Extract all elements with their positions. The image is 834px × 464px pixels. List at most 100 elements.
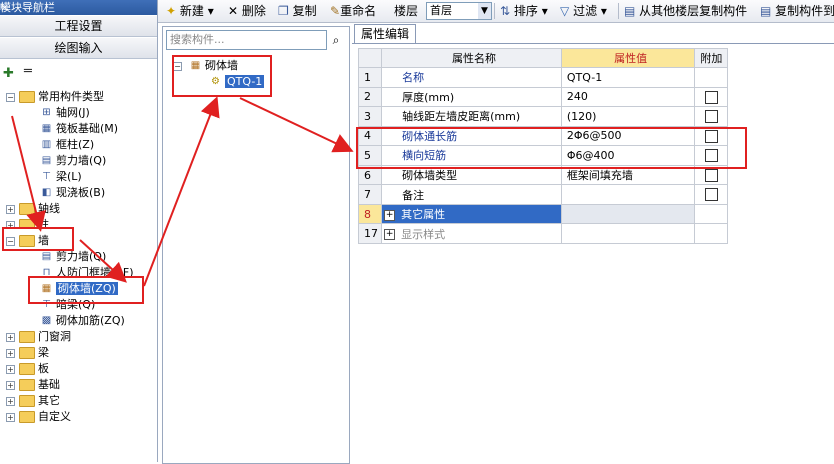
annotation-box-rebar-rows (356, 127, 747, 169)
annotation-box-wall (2, 227, 74, 251)
tree-item-axis[interactable]: + 轴线 (6, 201, 60, 217)
delete-button[interactable]: ✕ 删除 (228, 0, 266, 22)
tree-item-other[interactable]: + 其它 (6, 393, 60, 409)
annotation-box-component (172, 55, 272, 97)
expand-icon[interactable]: + (6, 397, 15, 406)
tab-strip: 属性编辑 (352, 23, 834, 43)
drawing-input-button[interactable]: 绘图输入 (0, 38, 157, 59)
property-row[interactable]: 1 名称 QTQ-1 (357, 67, 728, 88)
expand-icon[interactable]: + (6, 365, 15, 374)
copy-to-floor-icon: ▤ (760, 4, 772, 18)
tree-item-slab[interactable]: ◧ 现浇板(B) (40, 185, 105, 201)
expand-icon[interactable]: + (6, 381, 15, 390)
property-value[interactable] (560, 223, 696, 244)
property-row[interactable]: 8 + 其它属性 (357, 203, 728, 225)
tree-item-slabs[interactable]: + 板 (6, 361, 49, 377)
tree-item-grid[interactable]: ⊞ 轴网(J) (40, 105, 90, 121)
property-row[interactable]: 2 厚度(mm) 240 (357, 86, 728, 108)
folder-icon (19, 91, 35, 103)
expand-icon[interactable]: + (6, 349, 15, 358)
toolbar: ✦ 新建 ▾ ✕ 删除 ❐ 复制 ✎重命名 楼层 首层 ▼ ⇅ 排序 ▾ ▽ 过… (158, 0, 834, 23)
property-name[interactable]: 轴线距左墙皮距离(mm) (381, 106, 562, 127)
header-extra: 附加 (694, 48, 728, 68)
rename-icon: ✎ (330, 4, 341, 18)
tree-item-frame-column[interactable]: ▥ 框柱(Z) (40, 137, 94, 153)
shear-wall-icon: ▤ (41, 251, 52, 262)
property-name[interactable]: + 其它属性 (381, 203, 562, 225)
tab-property-edit[interactable]: 属性编辑 (354, 24, 416, 43)
search-icon[interactable]: ⌕ (327, 30, 345, 50)
tree-item-raft[interactable]: ▦ 筏板基础(M) (40, 121, 118, 137)
copy-to-floor-button[interactable]: ▤ 复制构件到 (760, 0, 834, 22)
column-icon: ▥ (41, 139, 52, 150)
property-name[interactable]: + 显示样式 (381, 223, 562, 244)
expand-icon[interactable]: + (384, 209, 396, 221)
expand-icon[interactable]: + (6, 333, 15, 342)
collapse-icon[interactable]: − (6, 93, 15, 102)
folder-icon (19, 411, 35, 423)
tree-item-openings[interactable]: + 门窗洞 (6, 329, 71, 345)
extra-checkbox[interactable] (704, 168, 718, 182)
row-number: 17 (357, 223, 383, 244)
extra-checkbox[interactable] (704, 90, 718, 104)
expand-icon[interactable]: + (6, 205, 15, 214)
tree-item-common-types[interactable]: − 常用构件类型 (6, 89, 104, 105)
new-icon: ✦ (166, 4, 177, 18)
property-value[interactable]: QTQ-1 (560, 67, 696, 88)
folder-icon (19, 347, 35, 359)
beam-icon: ⊤ (42, 171, 51, 182)
expand-icon[interactable]: + (6, 413, 15, 422)
extra-checkbox[interactable] (704, 188, 718, 202)
floor-select[interactable]: 首层 ▼ (426, 2, 492, 20)
property-value[interactable]: 240 (560, 86, 696, 108)
property-value[interactable]: (120) (560, 106, 696, 127)
shear-wall-icon: ▤ (41, 155, 52, 166)
copy-button[interactable]: ❐ 复制 (278, 0, 317, 22)
raft-foundation-icon: ▦ (41, 123, 52, 134)
rename-button[interactable]: ✎重命名 (330, 0, 376, 22)
property-row[interactable]: 7 备注 (357, 184, 728, 205)
row-number: 8 (357, 203, 383, 225)
copy-icon: ❐ (278, 4, 289, 18)
chevron-down-icon[interactable]: ▼ (478, 3, 491, 19)
project-settings-button[interactable]: 工程设置 (0, 16, 157, 37)
tree-item-custom[interactable]: + 自定义 (6, 409, 71, 425)
property-row[interactable]: 3 轴线距左墙皮距离(mm) (120) (357, 106, 728, 127)
tree-item-wall-shear[interactable]: ▤ 剪力墙(Q) (40, 249, 106, 265)
tree-item-beam[interactable]: ⊤ 梁(L) (40, 169, 82, 185)
folder-icon (19, 331, 35, 343)
property-row[interactable]: 17 + 显示样式 (357, 223, 728, 244)
expand-icon[interactable]: + (384, 229, 396, 241)
slab-icon: ◧ (41, 187, 52, 198)
filter-button[interactable]: ▽ 过滤 ▾ (560, 0, 607, 22)
property-name[interactable]: 厚度(mm) (381, 86, 562, 108)
tree-item-beams[interactable]: + 梁 (6, 345, 49, 361)
sort-button[interactable]: ⇅ 排序 ▾ (500, 0, 548, 22)
extra-cell (694, 106, 728, 127)
expand-all-icon[interactable]: ✚ (3, 66, 14, 81)
folder-icon (19, 379, 35, 391)
extra-cell (694, 67, 728, 88)
search-input[interactable]: 搜索构件... (166, 30, 327, 50)
close-icon[interactable]: × (0, 0, 9, 15)
annotation-box-masonry-wall (28, 276, 144, 304)
row-number: 7 (357, 184, 383, 205)
property-value[interactable] (560, 203, 696, 225)
floor-label: 楼层 (394, 4, 419, 18)
row-number: 3 (357, 106, 383, 127)
copy-from-floor-button[interactable]: ▤ 从其他楼层复制构件 (624, 0, 747, 22)
tree-item-masonry-rebar[interactable]: ▩ 砌体加筋(ZQ) (40, 313, 125, 329)
extra-checkbox[interactable] (704, 110, 718, 124)
sort-icon: ⇅ (500, 4, 511, 18)
folder-icon (19, 363, 35, 375)
tree-item-shear-wall[interactable]: ▤ 剪力墙(Q) (40, 153, 106, 169)
property-value[interactable] (560, 184, 696, 205)
row-number: 1 (357, 67, 383, 88)
tree-item-foundation[interactable]: + 基础 (6, 377, 60, 393)
new-button[interactable]: ✦ 新建 ▾ (166, 0, 214, 22)
property-name[interactable]: 备注 (381, 184, 562, 205)
header-property-value: 属性值 (560, 48, 696, 68)
property-name[interactable]: 名称 (381, 67, 562, 88)
extra-cell (694, 203, 728, 225)
collapse-all-icon[interactable]: ═ (24, 64, 32, 79)
